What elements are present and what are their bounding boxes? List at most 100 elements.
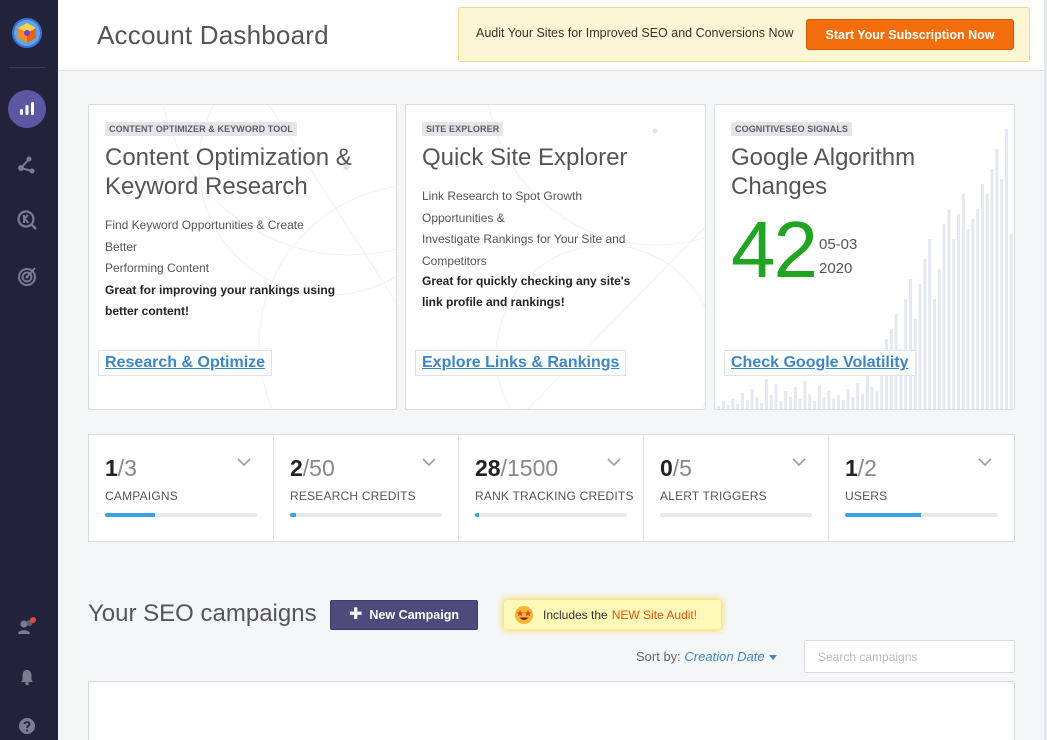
card-tag: COGNITIVESEO SIGNALS	[731, 122, 853, 136]
card-tag: SITE EXPLORER	[422, 122, 504, 136]
chevron-down-icon[interactable]	[792, 458, 806, 467]
stat-progress-bar	[845, 513, 997, 517]
campaign-list	[88, 681, 1015, 740]
sidebar-item-links[interactable]	[8, 146, 46, 184]
site-explorer-card: SITE EXPLORER Quick Site Explorer Link R…	[405, 104, 706, 410]
card-title: Google Algorithm Changes	[731, 143, 915, 201]
card-description: Link Research to Spot Growth Opportuniti…	[422, 186, 625, 272]
volatility-bar	[990, 169, 994, 409]
sidebar-divider	[9, 67, 46, 68]
volatility-bar	[1000, 179, 1004, 409]
sidebar-item-rank-tracker[interactable]	[8, 257, 46, 295]
stat-campaigns: 1/3 CAMPAIGNS	[89, 435, 274, 541]
explore-links-rankings-link[interactable]: Explore Links & Rankings	[415, 350, 627, 376]
card-description-line: Competitors	[422, 253, 487, 268]
chevron-down-icon[interactable]	[978, 458, 992, 467]
sidebar-item-keywords[interactable]	[8, 201, 46, 239]
volatility-bar	[789, 397, 792, 409]
sidebar	[0, 0, 58, 740]
sort-value: Creation Date	[684, 649, 765, 664]
volatility-bar	[947, 209, 951, 409]
volatility-bar	[774, 384, 778, 409]
volatility-date: 05-03 2020	[819, 233, 857, 281]
card-highlight: Great for improving your rankings using …	[105, 280, 335, 322]
stat-used: 28	[475, 455, 501, 481]
volatility-bar	[822, 397, 826, 409]
algorithm-changes-card: COGNITIVESEO SIGNALS Google Algorithm Ch…	[714, 104, 1015, 410]
stat-total: /2	[857, 455, 877, 481]
users-icon	[18, 617, 36, 634]
cognitiveseo-logo[interactable]	[11, 17, 43, 49]
volatility-bar	[808, 394, 812, 409]
volatility-bar	[760, 403, 764, 409]
campaigns-heading: Your SEO campaigns	[88, 600, 317, 627]
check-google-volatility-link[interactable]: Check Google Volatility	[724, 350, 916, 376]
card-highlight: Great for quickly checking any site's li…	[422, 271, 630, 313]
sidebar-item-help[interactable]	[8, 707, 46, 740]
start-subscription-button[interactable]: Start Your Subscription Now	[806, 19, 1014, 50]
stat-progress-bar	[105, 513, 257, 517]
volatility-bar	[933, 299, 936, 409]
volatility-bar	[817, 385, 821, 409]
stat-total: /5	[672, 455, 692, 481]
volatility-bar	[1009, 234, 1013, 409]
card-description-line: Better	[105, 239, 138, 254]
volatility-bar	[784, 391, 788, 409]
card-title-line: Google Algorithm	[731, 144, 916, 171]
volatility-bar	[976, 209, 980, 409]
card-highlight-line: link profile and rankings!	[422, 295, 565, 309]
volatility-bar	[875, 391, 879, 409]
search-campaigns-input[interactable]	[804, 640, 1015, 673]
chevron-down-icon[interactable]	[607, 458, 621, 467]
card-title-line: Quick Site Explorer	[422, 144, 628, 171]
promo-text: Audit Your Sites for Improved SEO and Co…	[476, 26, 794, 40]
stat-used: 1	[105, 455, 118, 481]
volatility-bar	[832, 399, 836, 409]
volatility-bar	[803, 381, 807, 409]
card-highlight-line: Great for quickly checking any site's	[422, 274, 631, 288]
volatility-bar	[750, 389, 754, 409]
research-optimize-link[interactable]: Research & Optimize	[98, 350, 273, 376]
stat-value: 1/2	[845, 455, 877, 482]
volatility-bar	[861, 394, 864, 409]
badge-text: Includes the	[543, 607, 608, 622]
stat-label: ALERT TRIGGERS	[660, 489, 767, 503]
bar-chart-icon	[20, 102, 34, 115]
stat-total: /3	[117, 455, 137, 481]
volatility-bar	[856, 383, 860, 409]
top-header: Account Dashboard Audit Your Sites for I…	[58, 0, 1047, 71]
card-description-line: Find Keyword Opportunities & Create	[105, 218, 304, 232]
volatility-bar	[793, 387, 797, 409]
volatility-bar	[961, 194, 965, 409]
volatility-bar	[918, 284, 922, 409]
card-title-line: Content Optimization &	[105, 144, 352, 171]
volatility-bar	[741, 393, 744, 409]
stat-research-credits: 2/50 RESEARCH CREDITS	[274, 435, 459, 541]
stat-used: 1	[845, 455, 858, 481]
volatility-bar	[798, 399, 802, 409]
sort-dropdown[interactable]: Creation Date	[684, 649, 777, 664]
volatility-bar	[827, 391, 831, 409]
volatility-bar	[779, 401, 783, 409]
volatility-bar	[731, 399, 735, 409]
volatility-bar	[957, 214, 960, 409]
volatility-bar	[923, 259, 927, 409]
sidebar-item-team[interactable]	[8, 607, 46, 645]
stat-label: RESEARCH CREDITS	[290, 489, 416, 503]
stat-total: /1500	[500, 455, 559, 481]
new-campaign-button[interactable]: ✚ New Campaign	[330, 600, 478, 630]
volatility-bar	[971, 219, 975, 409]
volatility-bar	[726, 405, 730, 409]
volatility-bar	[717, 406, 720, 409]
sidebar-item-dashboard[interactable]	[8, 90, 46, 128]
content-optimization-card: CONTENT OPTIMIZER & KEYWORD TOOL Content…	[88, 104, 397, 410]
star-struck-emoji-icon	[515, 605, 533, 624]
sidebar-item-notifications[interactable]	[8, 658, 46, 696]
chevron-down-icon[interactable]	[237, 458, 251, 467]
volatility-bar	[851, 397, 855, 409]
volatility-bar	[928, 239, 932, 409]
chevron-down-icon[interactable]	[422, 458, 436, 467]
volatility-bar	[985, 194, 989, 409]
card-highlight-line: better content!	[105, 304, 189, 318]
bell-icon	[21, 670, 33, 686]
